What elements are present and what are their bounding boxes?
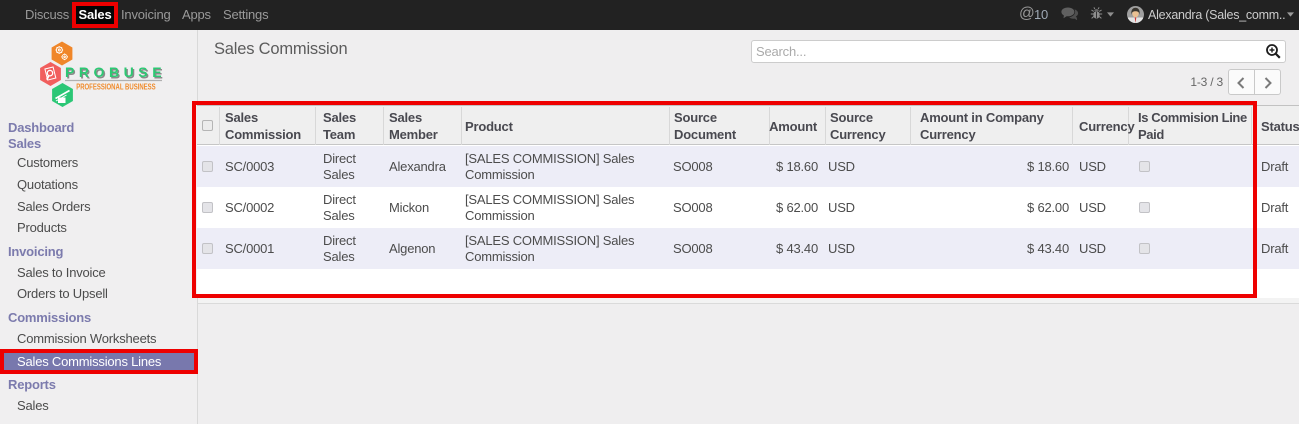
svg-text:PROBUSE: PROBUSE	[65, 64, 166, 80]
svg-text:PROFESSIONAL BUSINESS: PROFESSIONAL BUSINESS	[76, 84, 156, 92]
